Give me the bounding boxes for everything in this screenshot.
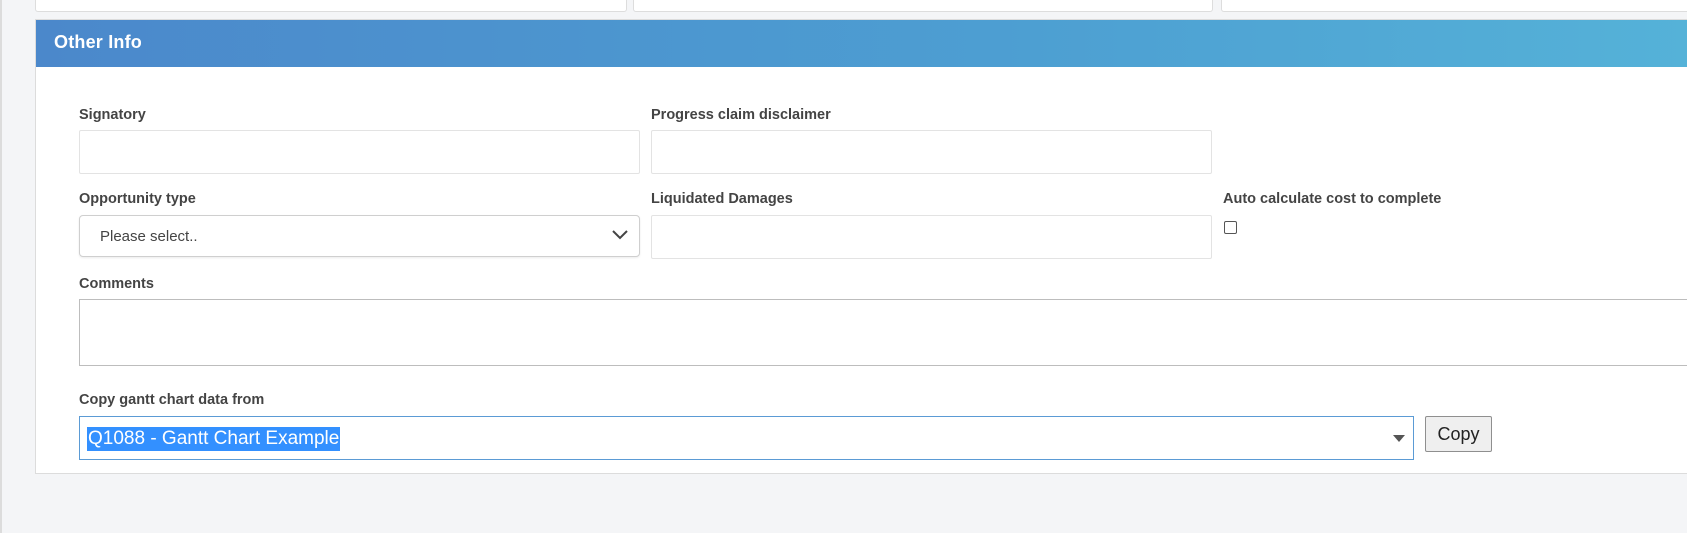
comments-textarea[interactable] <box>79 299 1687 366</box>
comments-label: Comments <box>79 276 154 292</box>
chevron-down-icon <box>611 228 629 246</box>
previous-field-3 <box>1221 0 1687 12</box>
progress-claim-disclaimer-label: Progress claim disclaimer <box>651 107 831 123</box>
panel-title: Other Info <box>54 32 142 52</box>
signatory-input[interactable] <box>79 130 640 174</box>
auto-calc-checkbox[interactable] <box>1224 221 1237 234</box>
auto-calc-label: Auto calculate cost to complete <box>1223 191 1442 207</box>
copy-gantt-label: Copy gantt chart data from <box>79 392 265 408</box>
previous-field-2 <box>633 0 1213 12</box>
copy-gantt-selected-value: Q1088 - Gantt Chart Example <box>87 427 341 451</box>
panel-header[interactable]: Other Info <box>36 20 1687 67</box>
liquidated-damages-input[interactable] <box>651 215 1212 259</box>
signatory-label: Signatory <box>79 107 146 123</box>
opportunity-type-select[interactable]: Please select.. <box>79 215 640 257</box>
caret-down-icon <box>1393 435 1405 442</box>
copy-button[interactable]: Copy <box>1425 416 1492 452</box>
liquidated-damages-label: Liquidated Damages <box>651 191 793 207</box>
opportunity-type-selected-value: Please select.. <box>100 228 198 245</box>
previous-field-1 <box>35 0 627 12</box>
other-info-panel: Other Info Signatory Progress claim disc… <box>35 19 1687 474</box>
previous-section-fields <box>35 0 1687 12</box>
progress-claim-disclaimer-input[interactable] <box>651 130 1212 174</box>
copy-gantt-select[interactable]: Q1088 - Gantt Chart Example <box>79 416 1414 460</box>
page-left-border <box>0 0 2 533</box>
opportunity-type-label: Opportunity type <box>79 191 196 207</box>
